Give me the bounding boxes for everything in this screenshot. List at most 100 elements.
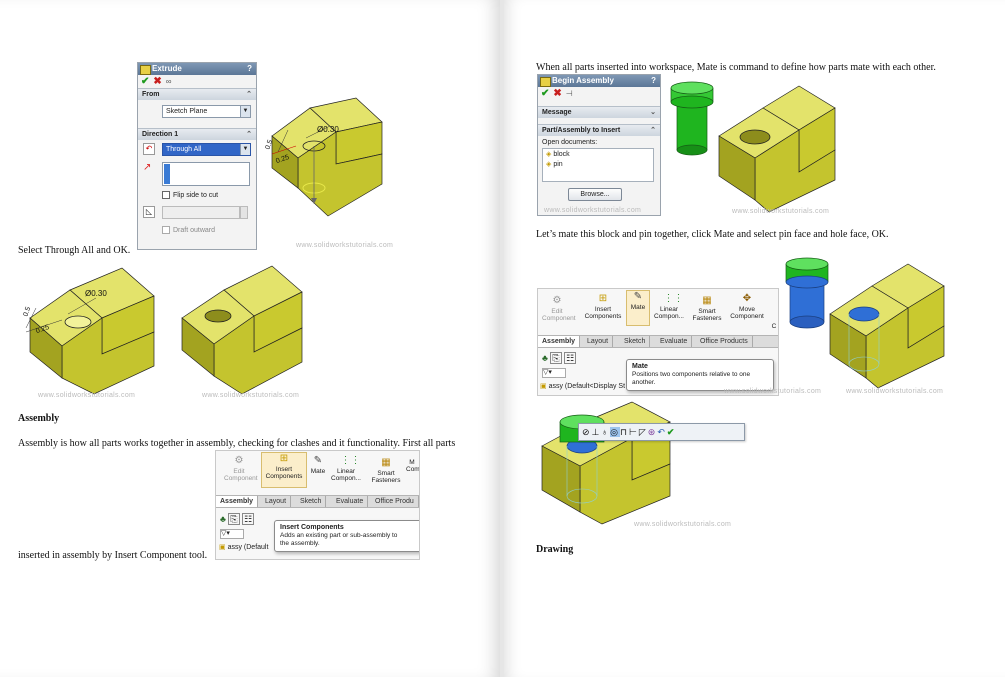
- from-section-header[interactable]: From ⌃: [138, 88, 256, 100]
- tab-evaluate[interactable]: Evaluate: [332, 496, 369, 507]
- draft-angle-field[interactable]: [162, 206, 240, 219]
- insert-components-button[interactable]: ⊞ Insert Components: [582, 293, 624, 320]
- part-section-header[interactable]: Part/Assembly to Insert ⌃: [538, 124, 660, 136]
- part-section-label: Part/Assembly to Insert: [542, 127, 621, 134]
- tab-office-products[interactable]: Office Products: [696, 336, 753, 347]
- caption-select-through-all: Select Through All and OK.: [18, 245, 131, 256]
- watermark: www.solidworkstutorials.com: [202, 392, 300, 399]
- mate-paperclip-icon: ✎: [633, 291, 643, 302]
- ok-check-icon[interactable]: ✔: [667, 427, 677, 437]
- tab-sketch[interactable]: Sketch: [620, 336, 651, 347]
- tab-layout[interactable]: Layout: [583, 336, 614, 347]
- collapse-chevron-icon[interactable]: ⌃: [650, 125, 656, 136]
- property-manager-icon[interactable]: ⎘: [228, 513, 240, 525]
- ok-check-icon[interactable]: ✔: [541, 88, 549, 99]
- truncated-button[interactable]: M Com: [406, 459, 419, 473]
- lock-icon[interactable]: ⊓: [620, 427, 629, 437]
- help-icon[interactable]: ?: [247, 63, 252, 75]
- help-icon[interactable]: ?: [651, 75, 656, 87]
- assembly-icon: ▣: [219, 544, 226, 551]
- open-documents-label: Open documents:: [542, 139, 598, 146]
- document-item-block[interactable]: ◈ block: [543, 149, 653, 159]
- direction-reference-box[interactable]: [162, 162, 250, 186]
- draft-spinner[interactable]: [240, 206, 248, 219]
- feature-tree-root[interactable]: ▣ assy (Default<Display St: [540, 382, 625, 390]
- direction-section-body: ↶ Through All ▼ ↗ Flip side to cut ◺ Draf…: [138, 140, 256, 249]
- perpendicular-icon[interactable]: ⊥: [592, 427, 602, 437]
- extrude-title-bar: Extrude ?: [138, 63, 256, 75]
- paragraph-mate-intro: When all parts inserted into workspace, …: [536, 62, 936, 73]
- preview-glasses-icon[interactable]: ∞: [166, 77, 172, 86]
- block-with-hole-figure: [181, 265, 303, 395]
- collapse-chevron-icon[interactable]: ⌃: [246, 129, 252, 140]
- from-combo[interactable]: Sketch Plane ▼: [162, 105, 251, 118]
- smart-fasteners-button[interactable]: ▦ Smart Fasteners: [690, 295, 724, 322]
- watermark: www.solidworkstutorials.com: [732, 208, 830, 215]
- command-manager-insert: ⚙ Edit Component ⊞ Insert Components ✎ Mate…: [215, 450, 420, 560]
- insert-components-icon: ⊞: [598, 293, 608, 304]
- tab-layout[interactable]: Layout: [261, 496, 292, 507]
- draft-icon[interactable]: ◺: [143, 206, 155, 218]
- edit-component-button[interactable]: ⚙ Edit Component: [224, 455, 258, 482]
- property-manager-icon[interactable]: ⎘: [550, 352, 562, 364]
- linear-component-button[interactable]: ⋮⋮ Linear Compon...: [330, 455, 362, 482]
- linear-pattern-icon: ⋮⋮: [663, 293, 684, 304]
- configuration-icon[interactable]: ☷: [242, 513, 255, 525]
- move-component-button[interactable]: ✥ Move Component: [728, 293, 766, 320]
- mate-popup-toolbar: ⊘⊥♁◎⊓⊢◸⊛↶✔: [578, 423, 745, 441]
- draft-outward-checkbox[interactable]: Draft outward: [162, 226, 215, 234]
- part-section-body: Open documents: ◈ block ◈ pin Browse...: [538, 136, 660, 214]
- command-tabs: Assembly Layout Sketch Evaluate Office P…: [538, 335, 778, 348]
- smart-fasteners-button[interactable]: ▦ Smart Fasteners: [370, 457, 402, 484]
- feature-tree-icon[interactable]: ♣: [542, 353, 548, 363]
- tab-assembly[interactable]: Assembly: [216, 496, 259, 507]
- edit-component-button[interactable]: ⚙ Edit Component: [542, 295, 576, 322]
- feature-tree-icon[interactable]: ♣: [220, 514, 226, 524]
- feature-tree-root[interactable]: ▣ assy (Default: [219, 543, 268, 551]
- insert-components-button[interactable]: ⊞ Insert Components: [261, 452, 307, 488]
- tangent-icon[interactable]: ♁: [601, 427, 610, 437]
- left-page: Extrude ? ✔ ✖ ∞ From ⌃ Sketch Plane ▼ Direct…: [0, 0, 500, 677]
- flip-alignment-icon[interactable]: ⊛: [648, 427, 658, 437]
- configuration-icon[interactable]: ☷: [564, 352, 577, 364]
- distance-icon[interactable]: ⊢: [629, 427, 639, 437]
- smart-fasteners-label: Smart Fasteners: [371, 470, 401, 484]
- paragraph-assembly-line1: Assembly is how all parts works together…: [18, 438, 456, 449]
- tab-evaluate[interactable]: Evaluate: [656, 336, 693, 347]
- pushpin-icon[interactable]: ⊣: [566, 89, 573, 98]
- mate-button[interactable]: ✎ Mate: [626, 290, 650, 326]
- mate-selection-figure: [785, 257, 945, 389]
- end-condition-combo[interactable]: Through All ▼: [162, 143, 251, 156]
- truncated-button[interactable]: C: [770, 323, 778, 330]
- insert-components-label: Insert Components: [584, 306, 622, 320]
- mate-label: Mate: [630, 304, 646, 311]
- coincident-icon[interactable]: ⊘: [582, 427, 592, 437]
- flip-side-checkbox[interactable]: Flip side to cut: [162, 191, 218, 199]
- tab-assembly[interactable]: Assembly: [538, 336, 581, 347]
- tab-office-products[interactable]: Office Produ: [371, 496, 419, 507]
- linear-component-button[interactable]: ⋮⋮ Linear Compon...: [652, 293, 686, 320]
- expand-chevron-icon[interactable]: ⌄: [650, 107, 656, 118]
- filter-icon[interactable]: ▽▾: [542, 368, 566, 378]
- document-item-pin[interactable]: ◈ pin: [543, 159, 653, 169]
- concentric-icon[interactable]: ◎: [610, 427, 620, 437]
- filter-icon[interactable]: ▽▾: [220, 529, 244, 539]
- ok-check-icon[interactable]: ✔: [141, 76, 149, 87]
- mate-button[interactable]: ✎ Mate: [308, 455, 328, 475]
- watermark: www.solidworkstutorials.com: [544, 207, 642, 214]
- linear-pattern-icon: ⋮⋮: [340, 455, 361, 466]
- cancel-x-icon[interactable]: ✖: [153, 76, 161, 87]
- angle-icon[interactable]: ◸: [639, 427, 648, 437]
- linear-component-label: Linear Compon...: [654, 306, 684, 320]
- flip-side-label: Flip side to cut: [173, 191, 219, 199]
- direction-section-header[interactable]: Direction 1 ⌃: [138, 128, 256, 140]
- begin-assembly-title-bar: Begin Assembly ?: [538, 75, 660, 87]
- message-section-header[interactable]: Message ⌄: [538, 106, 660, 118]
- tab-sketch[interactable]: Sketch: [296, 496, 327, 507]
- browse-button[interactable]: Browse...: [568, 188, 622, 201]
- cancel-x-icon[interactable]: ✖: [553, 88, 561, 99]
- collapse-chevron-icon[interactable]: ⌃: [246, 89, 252, 100]
- reverse-direction-icon[interactable]: ↶: [143, 143, 155, 155]
- edit-component-icon: ⚙: [234, 455, 244, 466]
- undo-icon[interactable]: ↶: [657, 427, 667, 437]
